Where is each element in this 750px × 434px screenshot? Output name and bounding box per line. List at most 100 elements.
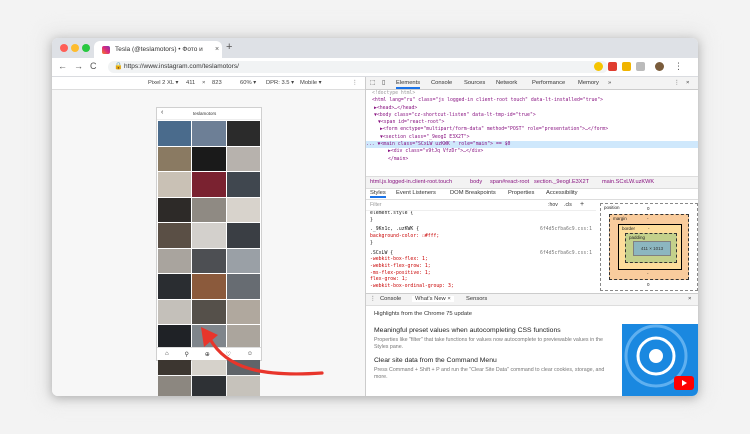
youtube-play-icon[interactable] [674, 376, 694, 390]
style-rule-line[interactable]: -webkit-box-ordinal-group: 3; [366, 284, 596, 291]
tab-close-icon[interactable]: × [215, 46, 219, 53]
devtools-panel: ⬚ ▯ Elements Console Sources Network Per… [366, 77, 698, 396]
dom-line[interactable]: <!doctype html> [366, 90, 698, 97]
dom-line[interactable]: ▼<span id="react-root"> [366, 119, 698, 126]
box-model-margin-label: margin [613, 216, 627, 221]
box-model-border-label: border [622, 226, 636, 231]
style-rule-text: -webkit-flex-grow: 1; [370, 263, 431, 269]
whats-new-promo-image[interactable] [622, 324, 698, 396]
cls-toggle[interactable]: .cls [564, 202, 572, 208]
dom-line[interactable]: ▶<form enctype="multipart/form-data" met… [366, 126, 698, 133]
style-rule-line[interactable]: background-color: ☐#fff; [366, 234, 596, 241]
dom-line[interactable]: ▼<section class="_9eogI E3X2T"> [366, 134, 698, 141]
style-rule-text: element.style { [370, 211, 414, 216]
instagram-favicon-icon [102, 45, 110, 54]
breadcrumb-item[interactable]: main.SCxLW.uzKWK [602, 179, 654, 185]
style-rule-text: -webkit-box-flex: 1; [370, 257, 428, 263]
style-rule-line[interactable]: -webkit-box-flex: 1; [366, 257, 596, 264]
breadcrumb-item[interactable]: section._9eogI.E3X2T [534, 179, 589, 185]
whats-new-item-title[interactable]: Meaningful preset values when autocomple… [374, 327, 561, 334]
dom-line[interactable]: ▶<head>…</head> [366, 105, 698, 112]
subtab-styles[interactable]: Styles [370, 190, 386, 198]
drawer-tab-console[interactable]: Console [380, 296, 401, 302]
maximize-window-button[interactable] [82, 44, 90, 52]
box-model-position[interactable]: position 0 margin - - border - padding 4… [600, 203, 698, 291]
whats-new-item-desc: Properties like "filter" that take funct… [374, 337, 603, 350]
drawer-close-icon[interactable]: × [688, 296, 691, 302]
styles-filter-input[interactable]: Filter [370, 202, 382, 208]
style-rule-line[interactable]: -webkit-flex-grow: 1; [366, 264, 596, 271]
drawer-tab-whats-new[interactable]: What's New × [412, 296, 454, 302]
browser-window: Tesla (@teslamotors) • Фото и × + ← → C … [52, 38, 698, 396]
browser-menu-icon[interactable]: ⋮ [674, 61, 683, 72]
tab-memory[interactable]: Memory [578, 80, 599, 86]
minimize-window-button[interactable] [71, 44, 79, 52]
dom-line-selected[interactable]: ... ▼<main class="SCxLW uzKWK " role="ma… [366, 141, 698, 149]
breadcrumb-item[interactable]: html.js.logged-in.client-root.touch [370, 179, 452, 185]
inspect-element-icon[interactable]: ⬚ [370, 80, 375, 86]
style-rule-text: ._9Kn1c, .uzKWK { [370, 227, 420, 233]
tab-performance[interactable]: Performance [532, 80, 565, 86]
style-rule-text: background-color: ☐#fff; [370, 234, 440, 240]
url-text[interactable]: https://www.instagram.com/teslamotors/ [124, 63, 239, 70]
tab-overflow[interactable]: » [608, 80, 611, 86]
dom-line[interactable]: </main> [366, 156, 698, 163]
box-model-margin[interactable]: margin - - border - padding 411 × 1013 [609, 214, 689, 280]
style-rule-text: } [370, 240, 373, 246]
style-rule-line[interactable]: } [366, 241, 596, 248]
style-source-link[interactable]: 6f4d5cfba6c9.css:1 [540, 227, 592, 234]
extension-icon-1[interactable] [594, 62, 603, 71]
breadcrumb-item[interactable]: span#react-root [490, 179, 529, 185]
dom-line[interactable]: <html lang="ru" class="js logged-in clie… [366, 97, 698, 104]
box-model-diagram: position 0 margin - - border - padding 4… [600, 203, 698, 291]
whats-new-item-title[interactable]: Clear site data from the Command Menu [374, 357, 497, 364]
box-model-padding[interactable]: padding 411 × 1013 [625, 233, 677, 263]
styles-rules: element.style {} ._9Kn1c, .uzKWK { 6f4d5cf… [366, 211, 596, 291]
box-model-padding-label: padding [629, 235, 646, 240]
drawer-menu-icon[interactable]: ⋮ [370, 296, 376, 302]
browser-tab[interactable]: Tesla (@teslamotors) • Фото и × [94, 41, 222, 58]
tab-console[interactable]: Console [431, 80, 452, 86]
subtab-properties[interactable]: Properties [508, 190, 534, 196]
extension-icon-2[interactable] [608, 62, 617, 71]
device-toggle-icon[interactable]: ▯ [382, 80, 385, 86]
style-rule-line[interactable]: } [366, 218, 596, 225]
devtools-drawer: ⋮ Console What's New × Sensors × Highlig… [366, 293, 698, 396]
subtab-accessibility[interactable]: Accessibility [546, 190, 578, 196]
drawer-tabbar: ⋮ Console What's New × Sensors × [366, 294, 698, 306]
style-rule-line[interactable]: element.style { [366, 211, 596, 218]
dom-line[interactable]: ▼<body class="cz-shortcut-listen" data-l… [366, 112, 698, 119]
subtab-event-listeners[interactable]: Event Listeners [396, 190, 436, 196]
close-window-button[interactable] [60, 44, 68, 52]
device-emulation-pane: Pixel 2 XL ▾ 411 × 823 60% ▾ DPR: 3.5 ▾ … [52, 77, 366, 396]
extension-icon-3[interactable] [622, 62, 631, 71]
dom-line[interactable]: ▶<div class="v9tJq VfzDr">…</div> [366, 148, 698, 155]
annotation-arrow [201, 327, 324, 376]
box-model-position-label: position [604, 205, 620, 210]
address-bar[interactable]: 🔒 https://www.instagram.com/teslamotors/… [108, 61, 608, 73]
box-model-content[interactable]: 411 × 1013 [633, 241, 671, 256]
tab-elements[interactable]: Elements [396, 80, 421, 89]
box-model-border[interactable]: border - padding 411 × 1013 [618, 224, 682, 270]
devtools-close-icon[interactable]: × [686, 80, 689, 86]
devtools-menu-icon[interactable]: ⋮ [674, 80, 680, 86]
extension-icon-4[interactable] [636, 62, 645, 71]
box-model-value: - [647, 216, 649, 221]
add-rule-button[interactable]: + [580, 201, 584, 208]
tab-sources[interactable]: Sources [464, 80, 485, 86]
forward-button[interactable]: → [74, 61, 83, 71]
breadcrumb-item[interactable]: body [470, 179, 482, 185]
tab-network[interactable]: Network [496, 80, 517, 86]
profile-avatar[interactable] [655, 62, 664, 71]
lock-icon: 🔒 [114, 63, 123, 70]
subtab-dom-breakpoints[interactable]: DOM Breakpoints [450, 190, 496, 196]
new-tab-button[interactable]: + [226, 41, 232, 53]
style-source-link[interactable]: 6f4d5cfba6c9.css:1 [540, 251, 592, 258]
box-model-value: - [648, 226, 650, 231]
hov-toggle[interactable]: :hov [548, 202, 558, 208]
drawer-tab-sensors[interactable]: Sensors [466, 296, 487, 302]
back-button[interactable]: ← [58, 61, 67, 71]
styles-subtabs: Styles Event Listeners DOM Breakpoints P… [366, 188, 698, 200]
tab-title: Tesla (@teslamotors) • Фото и [115, 46, 203, 53]
reload-button[interactable]: C [90, 61, 97, 71]
